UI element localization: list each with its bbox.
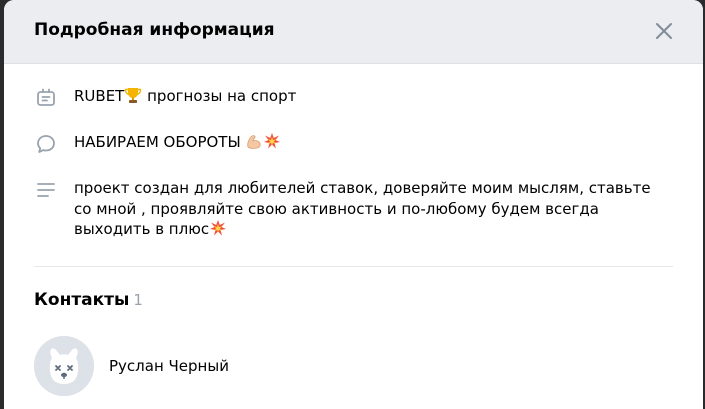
status-icon [34, 86, 58, 110]
section-divider [34, 266, 673, 267]
modal-header: Подробная информация [4, 0, 703, 64]
close-icon [656, 23, 672, 39]
description-text: проект создан для любителей ставок, дове… [74, 179, 651, 238]
trophy-emoji [125, 88, 142, 103]
collision-emoji [264, 133, 281, 149]
slogan-row: НАБИРАЕМ ОБОРОТЫ [34, 132, 679, 156]
contact-name[interactable]: Руслан Черный [109, 357, 229, 375]
collision-emoji [210, 220, 227, 236]
flexed-biceps-emoji [247, 135, 262, 149]
deactivated-dog-avatar-icon [34, 336, 94, 396]
contacts-heading: Контакты 1 [34, 290, 143, 310]
avatar [34, 336, 94, 396]
contact-item[interactable]: Руслан Черный [34, 336, 229, 396]
status-text: RUBET прогнозы на спорт [74, 87, 297, 105]
status-row: RUBET прогнозы на спорт [34, 86, 679, 110]
close-button[interactable] [653, 20, 675, 42]
text-lines-icon [34, 178, 58, 202]
contacts-count: 1 [133, 291, 143, 309]
details-modal: Подробная информация RUBET прогнозы на с… [4, 0, 703, 409]
slogan-text: НАБИРАЕМ ОБОРОТЫ [74, 132, 281, 153]
description-row: проект создан для любителей ставок, дове… [34, 178, 671, 240]
comment-icon [34, 132, 58, 156]
modal-title: Подробная информация [34, 20, 275, 40]
